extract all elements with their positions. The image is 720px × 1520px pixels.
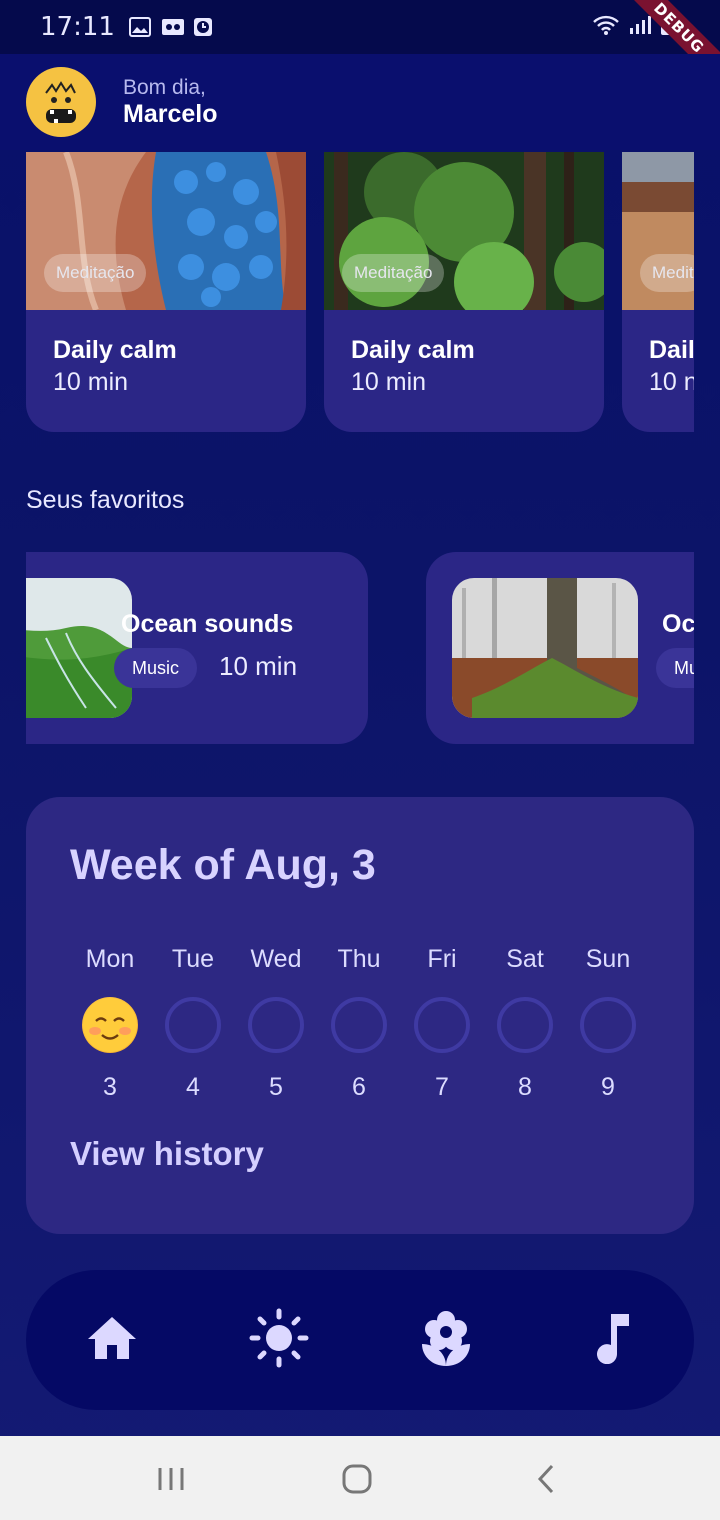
favorite-card[interactable]: Oc Mu	[426, 552, 694, 744]
greeting: Bom dia, Marcelo	[123, 76, 217, 129]
card-tag: Meditação	[44, 254, 147, 292]
status-time: 17:11	[40, 12, 115, 42]
day-empty-circle	[414, 997, 470, 1053]
week-title: Week of Aug, 3	[70, 841, 376, 889]
featured-carousel[interactable]: Meditação Daily calm 10 min Meditação Da…	[26, 152, 694, 434]
day-name: Sat	[506, 945, 544, 973]
day-name: Wed	[250, 945, 302, 973]
featured-card-image: Medit	[622, 152, 694, 310]
day-name: Sun	[585, 945, 631, 973]
favorite-chip: Music	[114, 648, 198, 688]
card-tag: Medit	[640, 254, 694, 292]
clock-icon	[193, 17, 215, 37]
sun-icon	[249, 1308, 309, 1372]
card-duration: 10 min	[351, 368, 427, 396]
day-number: 9	[601, 1073, 615, 1101]
home-icon	[86, 1315, 138, 1365]
featured-card-image: Meditação	[26, 152, 306, 312]
day-empty-circle	[580, 997, 636, 1053]
music-note-icon	[593, 1312, 633, 1368]
home-circle-icon	[340, 1464, 374, 1500]
nav-music-button[interactable]	[583, 1310, 643, 1370]
day-column[interactable]: Sat 8	[483, 945, 567, 1102]
day-number: 6	[352, 1073, 366, 1101]
week-card: Week of Aug, 3 Mon 3 Tue 4 Wed 5 Thu 6 F…	[26, 797, 694, 1234]
nav-home-button[interactable]	[82, 1310, 142, 1370]
wifi-icon	[592, 14, 620, 40]
day-column[interactable]: Tue 4	[151, 945, 235, 1102]
status-bar: 17:11	[0, 0, 720, 54]
card-tag: Meditação	[342, 254, 445, 292]
favorite-thumbnail	[26, 578, 132, 718]
nav-sun-button[interactable]	[249, 1308, 309, 1372]
day-name: Thu	[337, 945, 381, 973]
featured-card[interactable]: Meditação Daily calm 10 min	[324, 152, 604, 432]
day-name: Tue	[171, 945, 215, 973]
day-empty-circle	[165, 997, 221, 1053]
favorite-thumbnail	[452, 578, 638, 718]
recent-apps-button[interactable]	[154, 1462, 188, 1496]
card-title: Daily calm	[53, 336, 177, 364]
system-nav-bar	[0, 1436, 720, 1520]
avatar[interactable]	[26, 67, 96, 137]
day-column[interactable]: Sun 9	[566, 945, 650, 1102]
gallery-icon	[128, 17, 151, 37]
day-column[interactable]: Fri 7	[400, 945, 484, 1102]
day-number: 4	[186, 1073, 200, 1101]
bottom-nav	[26, 1270, 694, 1410]
voicemail-icon	[161, 17, 184, 37]
favorite-title: Oc	[662, 610, 694, 638]
app-header: Bom dia, Marcelo	[0, 54, 720, 150]
featured-card[interactable]: Meditação Daily calm 10 min	[26, 152, 306, 432]
signal-icon	[628, 14, 652, 40]
day-empty-circle	[497, 997, 553, 1053]
back-chevron-icon	[530, 1464, 564, 1500]
favorite-card[interactable]: Ocean sounds Music 10 min	[26, 552, 368, 744]
day-column[interactable]: Mon 3	[68, 945, 152, 1102]
recent-apps-icon	[154, 1468, 188, 1500]
day-column[interactable]: Wed 5	[234, 945, 318, 1102]
day-number: 8	[518, 1073, 532, 1101]
favorites-carousel[interactable]: Ocean sounds Music 10 min Oc Mu	[26, 552, 694, 744]
smiling-face-icon	[82, 997, 138, 1053]
favorite-chip: Mu	[656, 648, 694, 688]
featured-card-image: Meditação	[324, 152, 604, 322]
day-number: 7	[435, 1073, 449, 1101]
home-system-button[interactable]	[340, 1462, 374, 1496]
card-duration: 10 n	[649, 368, 694, 396]
day-number: 5	[269, 1073, 283, 1101]
day-empty-circle	[331, 997, 387, 1053]
nav-flower-button[interactable]	[416, 1310, 476, 1370]
favorite-duration: 10 min	[219, 651, 298, 681]
featured-card[interactable]: Medit Dail 10 n	[622, 152, 694, 432]
day-name: Fri	[427, 945, 457, 973]
day-empty-circle	[248, 997, 304, 1053]
user-name: Marcelo	[123, 99, 218, 128]
card-duration: 10 min	[53, 368, 129, 396]
card-title: Dail	[649, 336, 694, 364]
day-name: Mon	[85, 945, 135, 973]
view-history-link[interactable]: View history	[70, 1135, 264, 1173]
back-button[interactable]	[530, 1462, 564, 1496]
day-column[interactable]: Thu 6	[317, 945, 401, 1102]
card-title: Daily calm	[351, 336, 475, 364]
favorites-section-title: Seus favoritos	[26, 486, 185, 514]
day-number: 3	[103, 1073, 117, 1101]
favorite-title: Ocean sounds	[121, 610, 294, 638]
greeting-text: Bom dia,	[123, 75, 206, 99]
flower-icon	[420, 1310, 472, 1370]
